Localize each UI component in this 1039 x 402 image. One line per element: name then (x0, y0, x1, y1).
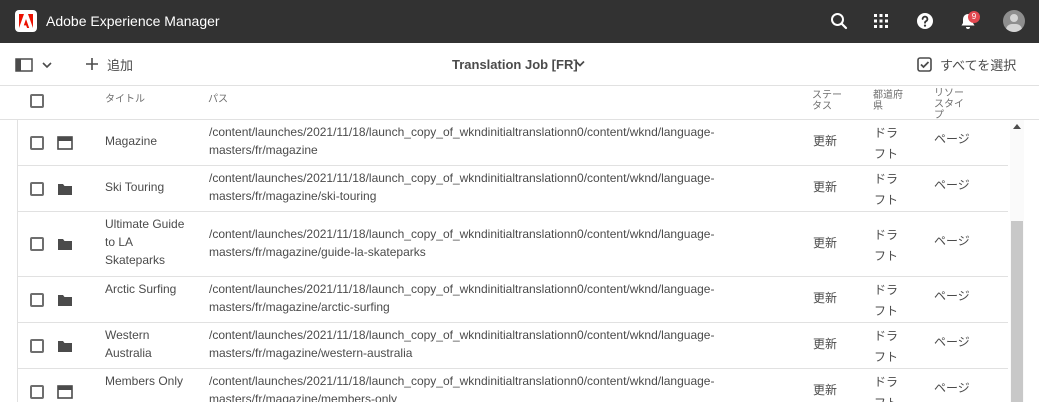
page-icon (57, 385, 73, 399)
column-path[interactable]: パス (208, 94, 228, 105)
row-path: /content/launches/2021/11/18/launch_copy… (209, 328, 715, 360)
row-path: /content/launches/2021/11/18/launch_copy… (209, 374, 715, 402)
row-path: /content/launches/2021/11/18/launch_copy… (209, 171, 715, 203)
row-resource-type: ページ (934, 381, 970, 395)
translation-job-title[interactable]: Translation Job [FR] (452, 57, 578, 72)
table-row[interactable]: Ultimate Guide to LA Skateparks /content… (18, 212, 1008, 277)
row-workflow: ドラフト (874, 329, 899, 364)
row-status: 更新 (813, 383, 838, 397)
column-title[interactable]: タイトル (105, 94, 145, 105)
table-row[interactable]: Ski Touring /content/launches/2021/11/18… (18, 166, 1008, 212)
notification-badge: 9 (968, 11, 980, 23)
row-status: 更新 (813, 134, 838, 148)
add-label: 追加 (107, 57, 134, 73)
row-title: Members Only (105, 374, 184, 388)
row-path: /content/launches/2021/11/18/launch_copy… (209, 125, 715, 157)
translation-item-list: Magazine /content/launches/2021/11/18/la… (17, 120, 1008, 402)
avatar[interactable] (1003, 10, 1025, 32)
column-workflow[interactable]: 都道府 県 (873, 90, 903, 112)
rail-toggle-icon[interactable] (15, 57, 55, 73)
row-checkbox[interactable] (30, 293, 44, 307)
row-checkbox[interactable] (30, 136, 44, 150)
row-workflow: ドラフト (874, 172, 899, 207)
page-icon (57, 136, 73, 150)
row-resource-type: ページ (934, 234, 970, 248)
row-resource-type: ページ (934, 178, 970, 192)
row-workflow: ドラフト (874, 375, 899, 402)
plus-icon (86, 58, 98, 70)
column-header: タイトル パス ステー タス 都道府 県 リソー スタイ プ (0, 86, 1039, 121)
folder-icon (58, 184, 72, 195)
row-title: Ski Touring (105, 180, 165, 194)
select-all-label: すべてを選択 (940, 57, 1017, 73)
chevron-down-icon[interactable] (574, 59, 586, 69)
row-checkbox[interactable] (30, 339, 44, 353)
scrollbar-thumb[interactable] (1011, 221, 1023, 402)
row-resource-type: ページ (934, 289, 970, 303)
adobe-logo-icon[interactable] (15, 10, 37, 32)
row-workflow: ドラフト (874, 126, 899, 161)
apps-grid-icon[interactable] (871, 11, 891, 31)
table-row[interactable]: Arctic Surfing /content/launches/2021/11… (18, 277, 1008, 323)
row-status: 更新 (813, 180, 838, 194)
row-resource-type: ページ (934, 335, 970, 349)
row-title: Arctic Surfing (105, 282, 177, 296)
select-all-button[interactable]: すべてを選択 (917, 55, 1016, 73)
row-title: Ultimate Guide to LA Skateparks (105, 217, 185, 267)
folder-icon (58, 341, 72, 352)
row-status: 更新 (813, 291, 838, 305)
row-resource-type: ページ (934, 132, 970, 146)
row-checkbox[interactable] (30, 237, 44, 251)
app-title[interactable]: Adobe Experience Manager (46, 13, 220, 29)
row-status: 更新 (813, 337, 838, 351)
search-icon[interactable] (829, 11, 849, 31)
column-resource-type[interactable]: リソー スタイ プ (934, 88, 964, 121)
header-select-checkbox[interactable] (30, 94, 44, 108)
row-title: Western Australia (105, 328, 152, 360)
global-header: Adobe Experience Manager 9 (0, 0, 1039, 43)
row-status: 更新 (813, 236, 838, 250)
row-workflow: ドラフト (874, 228, 899, 263)
action-bar: 追加 Translation Job [FR] すべてを選択 (0, 43, 1039, 86)
row-path: /content/launches/2021/11/18/launch_copy… (209, 282, 715, 314)
checkbox-checked-icon (917, 56, 932, 72)
table-row[interactable]: Magazine /content/launches/2021/11/18/la… (18, 120, 1008, 166)
column-status[interactable]: ステー タス (812, 90, 842, 112)
table-row[interactable]: Western Australia /content/launches/2021… (18, 323, 1008, 369)
folder-icon (58, 239, 72, 250)
table-row[interactable]: Members Only /content/launches/2021/11/1… (18, 369, 1008, 402)
folder-icon (58, 295, 72, 306)
row-checkbox[interactable] (30, 385, 44, 399)
help-icon[interactable] (915, 11, 935, 31)
row-workflow: ドラフト (874, 283, 899, 318)
row-path: /content/launches/2021/11/18/launch_copy… (209, 227, 715, 259)
row-checkbox[interactable] (30, 182, 44, 196)
scroll-up-arrow-icon[interactable] (1013, 124, 1021, 129)
row-title: Magazine (105, 134, 158, 148)
add-button[interactable]: 追加 (85, 54, 133, 74)
